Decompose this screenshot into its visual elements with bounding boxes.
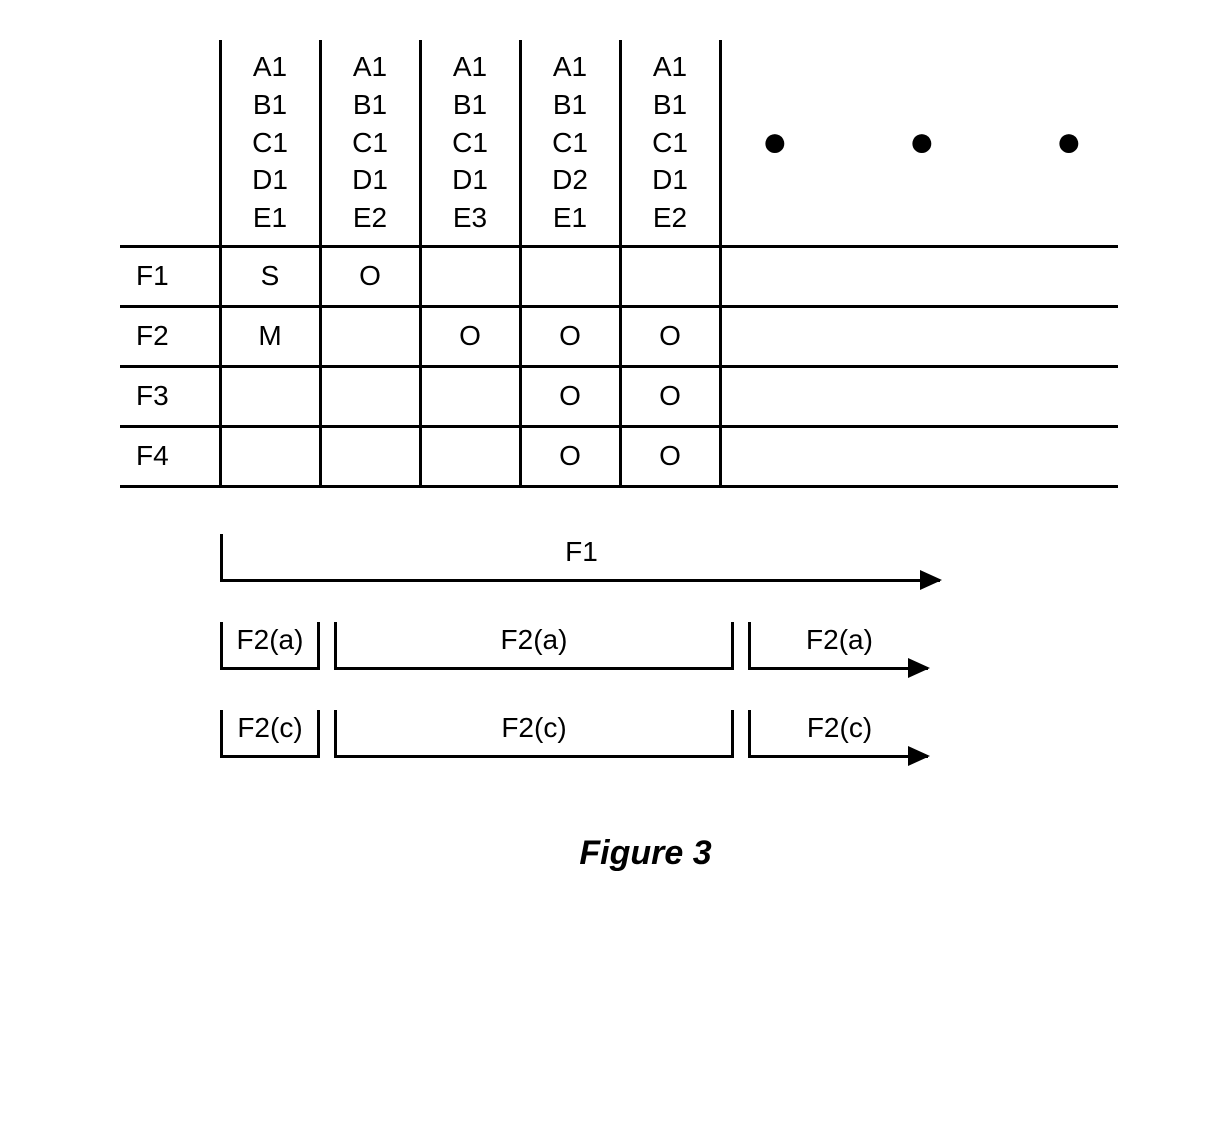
hc: B1 [226,86,315,124]
cell [420,246,520,306]
hc: A1 [426,48,515,86]
arrow-row-f2a: F2(a) F2(a) F2(a) [220,616,1171,676]
cell: O [620,366,720,426]
cell: O [520,306,620,366]
bracket-arrows: F1 F2(a) F2(a) F2(a) F2(c) F2(c) [220,528,1171,764]
hc: C1 [426,124,515,162]
row-label: F3 [120,366,220,426]
cell: O [320,246,420,306]
hc: D1 [326,161,415,199]
hc: E1 [226,199,315,237]
row-label: F4 [120,426,220,486]
arrow-head-icon [920,570,942,590]
hc: C1 [326,124,415,162]
arrow-head-icon [908,658,930,678]
header-col-1: A1 B1 C1 D1 E1 [220,40,320,246]
bracket-f1: F1 [220,534,940,582]
hc: A1 [526,48,615,86]
header-col-4: A1 B1 C1 D2 E1 [520,40,620,246]
hc: E1 [526,199,615,237]
header-row: A1 B1 C1 D1 E1 A1 B1 C1 D1 E2 A1 B1 C1 D… [120,40,1118,246]
header-col-3: A1 B1 C1 D1 E3 [420,40,520,246]
header-col-5: A1 B1 C1 D1 E2 [620,40,720,246]
cell [320,366,420,426]
arrow-row-f2c: F2(c) F2(c) F2(c) [220,704,1171,764]
hc: B1 [526,86,615,124]
ellipsis-icon: ● ● ● [720,40,1118,246]
row-label: F2 [120,306,220,366]
data-table: A1 B1 C1 D1 E1 A1 B1 C1 D1 E2 A1 B1 C1 D… [120,40,1118,488]
cell: O [520,426,620,486]
cell: M [220,306,320,366]
hc: C1 [226,124,315,162]
hc: A1 [626,48,715,86]
cell-spacer [720,246,1118,306]
header-spacer [120,40,220,246]
hc: E2 [626,199,715,237]
row-label: F1 [120,246,220,306]
figure-caption: Figure 3 [120,834,1171,873]
hc: D2 [526,161,615,199]
cell-spacer [720,366,1118,426]
cell: O [420,306,520,366]
cell [220,426,320,486]
bracket-f2c-1: F2(c) [220,710,320,758]
bracket-label: F2(c) [807,712,872,744]
bracket-label: F2(a) [501,624,568,656]
bracket-label: F2(c) [237,712,302,744]
cell: S [220,246,320,306]
arrow-head-icon [908,746,930,766]
table-row: F1 S O [120,246,1118,306]
cell [320,306,420,366]
bracket-label: F2(c) [501,712,566,744]
cell [620,246,720,306]
table-row: F2 M O O O [120,306,1118,366]
cell [220,366,320,426]
hc: E3 [426,199,515,237]
bracket-f2a-3: F2(a) [748,622,928,670]
bracket-f2c-2: F2(c) [334,710,734,758]
cell: O [620,426,720,486]
cell [420,366,520,426]
cell: O [620,306,720,366]
header-col-2: A1 B1 C1 D1 E2 [320,40,420,246]
cell [520,246,620,306]
bracket-f2a-2: F2(a) [334,622,734,670]
hc: C1 [526,124,615,162]
bracket-label: F1 [565,536,598,568]
bracket-f2a-1: F2(a) [220,622,320,670]
cell-spacer [720,426,1118,486]
figure-container: A1 B1 C1 D1 E1 A1 B1 C1 D1 E2 A1 B1 C1 D… [120,40,1171,873]
bracket-f2c-3: F2(c) [748,710,928,758]
cell [320,426,420,486]
arrow-row-f1: F1 [220,528,1171,588]
hc: D1 [426,161,515,199]
cell [420,426,520,486]
hc: B1 [426,86,515,124]
hc: B1 [326,86,415,124]
bracket-label: F2(a) [237,624,304,656]
hc: D1 [626,161,715,199]
hc: C1 [626,124,715,162]
hc: A1 [226,48,315,86]
hc: D1 [226,161,315,199]
hc: A1 [326,48,415,86]
table-row: F3 O O [120,366,1118,426]
cell: O [520,366,620,426]
bracket-label: F2(a) [806,624,873,656]
cell-spacer [720,306,1118,366]
hc: E2 [326,199,415,237]
table-row: F4 O O [120,426,1118,486]
hc: B1 [626,86,715,124]
